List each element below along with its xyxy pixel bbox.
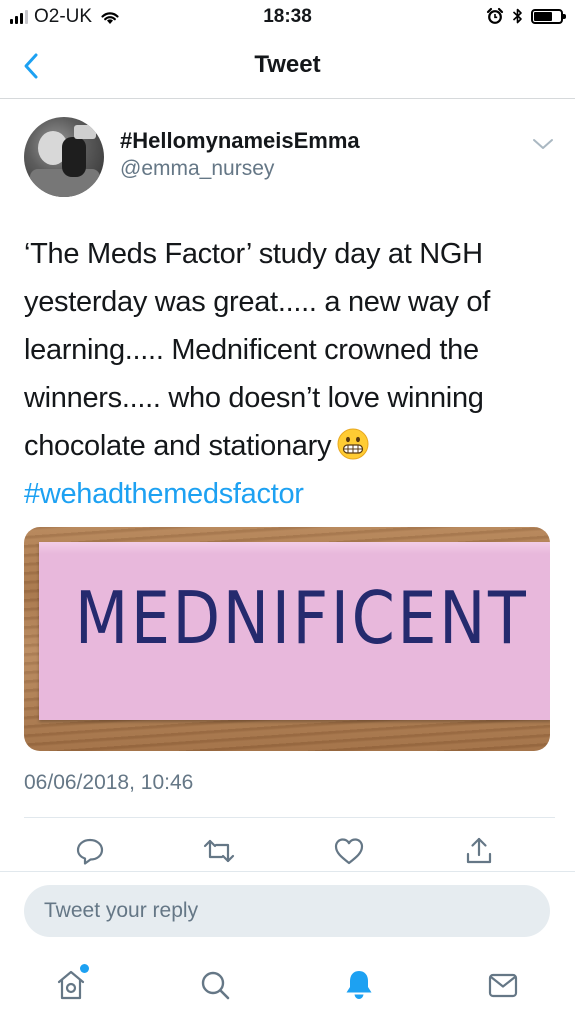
tweet-text-line: yesterday was great..... a new way of (24, 286, 491, 318)
reply-icon (76, 838, 104, 865)
chevron-down-icon[interactable] (531, 135, 555, 153)
author-handle[interactable]: @emma_nursey (120, 157, 274, 181)
pink-name-card: MEDNIFICENT (39, 542, 550, 720)
page-title: Tweet (254, 51, 321, 78)
tweet-text-line-last: chocolate and stationary (24, 422, 554, 470)
reply-button[interactable] (72, 833, 108, 869)
tweet-actions (0, 825, 575, 877)
hashtag-link[interactable]: #wehadthemedsfactor (24, 470, 554, 518)
like-button[interactable] (331, 833, 367, 869)
tweet-text-line: winners..... who doesn’t love winning (24, 382, 484, 414)
navigation-bar: Tweet (0, 34, 575, 99)
tweet-text-line: ‘The Meds Factor’ study day at NGH (24, 238, 483, 270)
grimacing-face-emoji (337, 428, 369, 460)
tab-notifications[interactable] (339, 965, 379, 1005)
home-icon (57, 970, 85, 1000)
tweet-text: ‘The Meds Factor’ study day at NGH yeste… (24, 230, 554, 518)
card-handwritten-word: MEDNIFICENT (74, 576, 529, 660)
battery-icon (531, 8, 566, 24)
tab-messages[interactable] (483, 965, 523, 1005)
reply-placeholder: Tweet your reply (44, 899, 199, 922)
tweet-text-line: learning..... Mednificent crowned the (24, 334, 479, 366)
retweet-icon (203, 839, 235, 863)
share-button[interactable] (461, 833, 497, 869)
status-right (486, 7, 566, 25)
alarm-icon (486, 7, 504, 24)
reply-input[interactable]: Tweet your reply (24, 885, 550, 937)
bluetooth-icon (512, 8, 522, 24)
search-icon (201, 971, 230, 1000)
new-content-dot (80, 964, 89, 973)
status-bar: O2-UK 18:38 (0, 0, 575, 34)
tab-bar (0, 951, 575, 1024)
avatar[interactable] (24, 117, 104, 197)
messages-icon (488, 973, 518, 998)
share-icon (466, 837, 492, 864)
tweet-text-line: chocolate and stationary (24, 430, 332, 462)
author-display-name[interactable]: #HellomynameisEmma (120, 128, 360, 154)
reply-composer: Tweet your reply (0, 871, 575, 952)
tab-search[interactable] (195, 965, 235, 1005)
tweet-timestamp: 06/06/2018, 10:46 (24, 771, 194, 794)
like-icon (334, 838, 364, 865)
divider (24, 817, 555, 818)
notifications-icon (346, 971, 372, 999)
retweet-button[interactable] (201, 833, 237, 869)
battery-level (534, 11, 552, 21)
tweet-photo[interactable]: MEDNIFICENT (24, 527, 550, 751)
